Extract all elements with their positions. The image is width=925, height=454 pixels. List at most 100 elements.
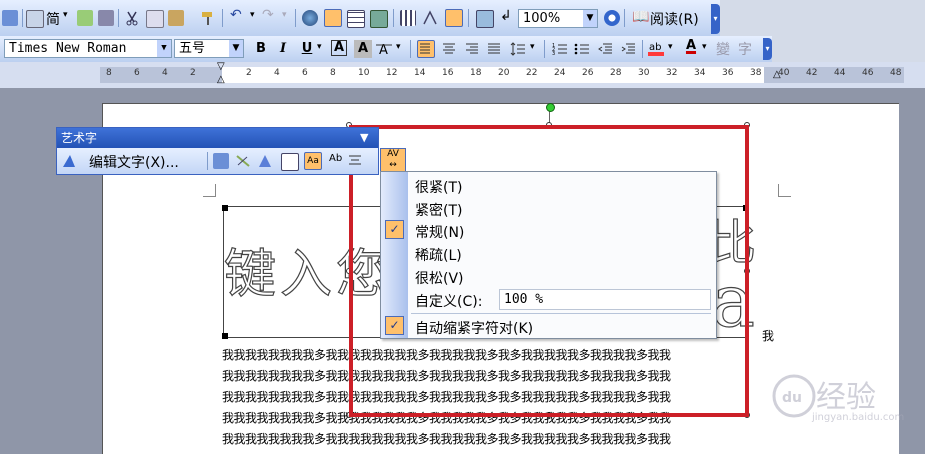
chevron-down-icon[interactable]: ▾: [317, 42, 322, 52]
wordart-toolbar[interactable]: 艺术字 ▼ × 编辑文字(X)... Aa Ab: [56, 127, 391, 175]
rotate-handle[interactable]: [546, 103, 555, 112]
highlight-icon[interactable]: ab: [648, 39, 664, 56]
columns-icon[interactable]: [400, 10, 416, 26]
distributed-align-icon[interactable]: [486, 41, 502, 57]
insert-table-icon[interactable]: [347, 10, 365, 28]
ruler-number: 4: [162, 68, 168, 78]
align-right-icon[interactable]: [464, 41, 480, 57]
tables-borders-icon[interactable]: [324, 9, 342, 27]
bold-button[interactable]: B: [252, 40, 270, 58]
ruler-number: 12: [386, 68, 398, 78]
same-letter-heights-icon[interactable]: Aa: [304, 152, 322, 170]
chevron-down-icon[interactable]: ▾: [282, 10, 287, 20]
ruler-number: 20: [498, 68, 510, 78]
insert-excel-icon[interactable]: [370, 10, 388, 28]
paragraph-mark-icon[interactable]: ↲: [500, 8, 512, 24]
read-button[interactable]: 阅读(R): [650, 9, 699, 29]
insert-wordart-icon[interactable]: [61, 153, 77, 169]
menu-item-very-loose[interactable]: 很松(V): [415, 268, 464, 288]
chevron-down-icon[interactable]: ▼: [583, 10, 597, 27]
toolbar-options-icon[interactable]: ▾: [711, 4, 720, 34]
menu-item-tight[interactable]: 紧密(T): [415, 200, 462, 220]
wordart-toolbar-titlebar[interactable]: 艺术字 ▼ ×: [57, 128, 391, 148]
ruler-number: 2: [190, 68, 196, 78]
format-painter-icon[interactable]: [200, 10, 216, 26]
custom-spacing-input[interactable]: 100 %: [499, 289, 711, 310]
right-indent-marker[interactable]: △: [773, 70, 781, 80]
ruler-number: 26: [582, 68, 594, 78]
paste-icon[interactable]: [168, 10, 184, 26]
format-wordart-icon[interactable]: [235, 153, 251, 169]
chevron-down-icon[interactable]: ▾: [702, 42, 707, 52]
ruler-number: 10: [358, 68, 370, 78]
research-icon[interactable]: [98, 10, 114, 26]
wordart-shape-icon[interactable]: [257, 153, 273, 169]
menu-item-custom[interactable]: 自定义(C):: [415, 291, 482, 311]
spelling-icon[interactable]: [77, 10, 93, 26]
simplified-chinese-button[interactable]: 简: [46, 9, 60, 29]
font-name-combo[interactable]: Times New Roman ▼: [4, 39, 172, 58]
chevron-down-icon[interactable]: ▾: [63, 10, 68, 20]
character-spacing-menu[interactable]: 很紧(T) 紧密(T) ✓ 常规(N) 稀疏(L) 很松(V) 自定义(C): …: [380, 171, 717, 339]
cut-icon[interactable]: [124, 10, 140, 26]
chevron-down-icon[interactable]: ▾: [396, 42, 401, 52]
horizontal-ruler[interactable]: 8 6 4 2 2 4 6 8 10 12 14 16 18 20 22 24 26 28 30 32 34 36 38 40…: [0, 62, 925, 88]
phonetic-guide-icon[interactable]: 變: [716, 39, 730, 59]
anchor-handle[interactable]: [222, 205, 228, 211]
italic-button[interactable]: I: [274, 40, 292, 58]
chevron-down-icon[interactable]: ▼: [229, 40, 243, 57]
toolbar-options-icon[interactable]: ▼: [360, 128, 368, 148]
font-color-button[interactable]: A: [682, 37, 700, 55]
watermark-domain: jingyan.baidu.com: [812, 412, 905, 423]
show-hide-icon[interactable]: [476, 10, 494, 28]
decrease-indent-icon[interactable]: [597, 41, 613, 57]
menu-item-kern-pairs[interactable]: 自动缩紧字符对(K): [415, 318, 533, 338]
align-justify-icon[interactable]: [417, 40, 435, 58]
help-icon[interactable]: [604, 10, 620, 26]
wordart-gallery-icon[interactable]: [213, 153, 229, 169]
chevron-down-icon[interactable]: ▼: [157, 40, 171, 57]
bullets-icon[interactable]: [574, 41, 590, 57]
document-map-icon[interactable]: [445, 9, 463, 27]
chevron-down-icon[interactable]: ▾: [250, 10, 255, 20]
increase-indent-icon[interactable]: [620, 41, 636, 57]
first-line-indent-marker[interactable]: ▽: [217, 62, 225, 72]
anchor-handle[interactable]: [222, 333, 228, 339]
font-size-combo[interactable]: 五号 ▼: [174, 39, 244, 58]
drawing-icon[interactable]: [422, 10, 438, 26]
chevron-down-icon[interactable]: ▾: [668, 42, 673, 52]
char-scaling-icon[interactable]: A: [376, 41, 392, 58]
chevron-down-icon[interactable]: ▾: [530, 42, 535, 52]
enclose-characters-icon[interactable]: 字: [738, 39, 752, 59]
character-spacing-button[interactable]: AV ↔: [380, 148, 406, 172]
edit-text-button[interactable]: 编辑文字(X)...: [89, 152, 179, 172]
hyperlink-icon[interactable]: [302, 10, 318, 26]
save-icon[interactable]: [2, 10, 18, 26]
redo-icon[interactable]: ↷: [262, 7, 274, 23]
line-spacing-icon[interactable]: [510, 41, 526, 57]
toolbar-options-icon[interactable]: ▾: [763, 38, 772, 60]
hanging-indent-marker[interactable]: △: [217, 75, 225, 85]
undo-icon[interactable]: ↶: [230, 7, 242, 23]
alignment-icon[interactable]: [347, 153, 363, 169]
text-line[interactable]: 我我我我我我我我多我我我我我我我我多我我我我我多我多我我我我我多我我我我多我我: [222, 432, 671, 446]
baidu-watermark: du 经验 jingyan.baidu.com: [772, 372, 922, 432]
copy-icon[interactable]: [146, 10, 164, 28]
underline-button[interactable]: U: [298, 40, 316, 58]
char-border-button[interactable]: A: [331, 40, 347, 56]
vertical-text-icon[interactable]: Ab: [329, 153, 345, 169]
text-wrapping-icon[interactable]: [281, 153, 299, 171]
close-icon[interactable]: ×: [381, 128, 391, 148]
menu-item-normal[interactable]: 常规(N): [415, 222, 464, 242]
align-center-icon[interactable]: [441, 41, 457, 57]
char-shading-button[interactable]: A: [354, 40, 372, 58]
watermark-brand: 经验: [816, 380, 876, 415]
numbering-icon[interactable]: 123: [552, 41, 568, 57]
print-preview-icon[interactable]: [26, 10, 44, 28]
ruler-number: 30: [638, 68, 650, 78]
ruler-number: 34: [694, 68, 706, 78]
zoom-combo[interactable]: 100% ▼: [518, 9, 598, 28]
menu-item-loose[interactable]: 稀疏(L): [415, 245, 462, 265]
menu-item-very-tight[interactable]: 很紧(T): [415, 177, 462, 197]
ruler-number: 2: [246, 68, 252, 78]
